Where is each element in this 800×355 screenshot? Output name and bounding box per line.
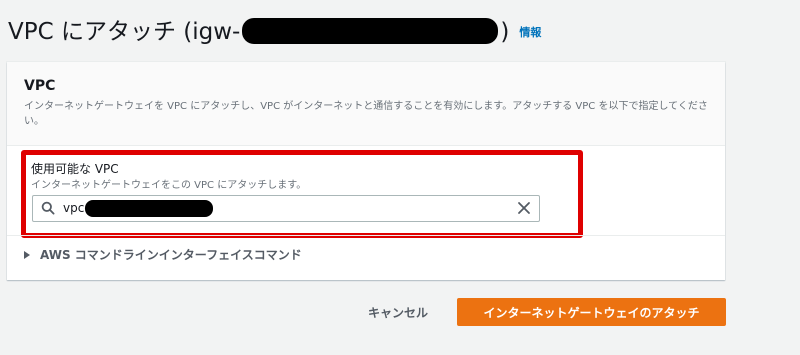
available-vpc-description: インターネットゲートウェイをこの VPC にアタッチします。 (31, 180, 307, 191)
attach-internet-gateway-button[interactable]: インターネットゲートウェイのアタッチ (457, 298, 726, 326)
panel-header: VPC インターネットゲートウェイを VPC にアタッチし、VPC がインターネ… (7, 62, 725, 146)
panel-title: VPC (24, 78, 56, 94)
caret-right-icon (24, 250, 30, 259)
page-header: VPC にアタッチ (igw-) 情報 (8, 12, 541, 46)
cli-expander[interactable]: AWS コマンドラインインターフェイスコマンド (24, 246, 302, 263)
cancel-button[interactable]: キャンセル (362, 299, 434, 325)
close-icon[interactable] (517, 201, 531, 215)
available-vpc-label: 使用可能な VPC (31, 162, 119, 176)
vpc-search-input[interactable]: vpc- (32, 195, 540, 222)
panel-description: インターネットゲートウェイを VPC にアタッチし、VPC がインターネットと通… (24, 101, 708, 127)
page-title: VPC にアタッチ (igw-) (8, 12, 509, 46)
page-title-prefix: VPC にアタッチ (igw- (8, 19, 241, 45)
section-divider (7, 235, 725, 236)
page-title-suffix: ) (500, 19, 510, 45)
search-icon (41, 201, 55, 215)
info-link[interactable]: 情報 (519, 24, 541, 40)
cli-expander-label: AWS コマンドラインインターフェイスコマンド (40, 248, 302, 262)
vpc-panel: VPC インターネットゲートウェイを VPC にアタッチし、VPC がインターネ… (7, 62, 725, 280)
redacted-igw-id (242, 17, 499, 44)
redacted-vpc-id (85, 200, 213, 217)
